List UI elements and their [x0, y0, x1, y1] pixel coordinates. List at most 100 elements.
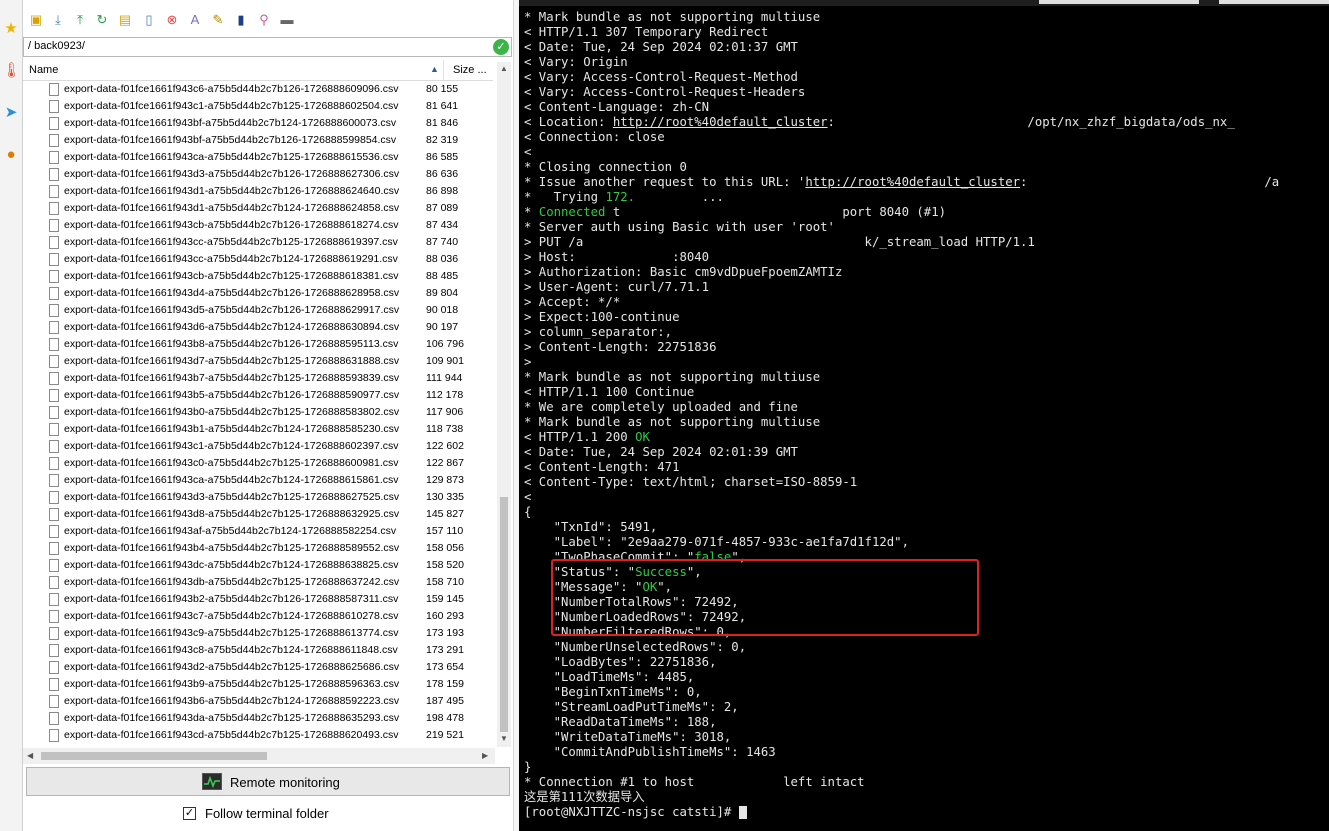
scroll-left-arrow-icon[interactable]: ◀: [27, 751, 33, 760]
terminal-tab[interactable]: [1039, 0, 1199, 4]
rename-icon[interactable]: A: [186, 11, 204, 29]
refresh-icon[interactable]: ↻: [93, 11, 111, 29]
terminal-tab[interactable]: [1219, 0, 1329, 4]
file-row[interactable]: export-data-f01fce1661f943b9-a75b5d44b2c…: [23, 676, 493, 693]
terminal-text: > Content-Length: 22751836: [524, 340, 717, 354]
file-row[interactable]: export-data-f01fce1661f943bf-a75b5d44b2c…: [23, 115, 493, 132]
monitor-chart-icon: [202, 773, 222, 790]
file-row[interactable]: export-data-f01fce1661f943cb-a75b5d44b2c…: [23, 268, 493, 285]
column-header: Name ▲ Size ...: [23, 60, 493, 81]
file-row[interactable]: export-data-f01fce1661f943c9-a75b5d44b2c…: [23, 625, 493, 642]
star-icon[interactable]: ★: [2, 20, 20, 38]
file-row[interactable]: export-data-f01fce1661f943da-a75b5d44b2c…: [23, 710, 493, 727]
download-icon[interactable]: ⤓: [49, 11, 67, 29]
confirm-path-icon[interactable]: ✓: [493, 39, 509, 55]
file-row[interactable]: export-data-f01fce1661f943b5-a75b5d44b2c…: [23, 387, 493, 404]
properties-icon[interactable]: ✎: [209, 11, 227, 29]
file-size: 81 846: [426, 117, 459, 129]
follow-terminal-folder-checkbox[interactable]: ✓: [183, 807, 196, 820]
terminal-line: 这是第111次数据导入: [524, 790, 1329, 805]
file-row[interactable]: export-data-f01fce1661f943d7-a75b5d44b2c…: [23, 353, 493, 370]
file-row[interactable]: export-data-f01fce1661f943ca-a75b5d44b2c…: [23, 472, 493, 489]
thermometer-icon[interactable]: 🌡: [2, 62, 21, 80]
file-name: export-data-f01fce1661f943d2-a75b5d44b2c…: [64, 661, 400, 673]
terminal-text: [root@NXJTTZC-nsjsc catsti]#: [524, 805, 739, 819]
file-row[interactable]: export-data-f01fce1661f943d8-a75b5d44b2c…: [23, 506, 493, 523]
file-row[interactable]: export-data-f01fce1661f943cc-a75b5d44b2c…: [23, 251, 493, 268]
file-row[interactable]: export-data-f01fce1661f943ca-a75b5d44b2c…: [23, 149, 493, 166]
vertical-scroll-thumb[interactable]: [500, 497, 508, 732]
file-row[interactable]: export-data-f01fce1661f943b6-a75b5d44b2c…: [23, 693, 493, 710]
follow-terminal-folder-label[interactable]: Follow terminal folder: [205, 806, 329, 821]
file-icon: [49, 185, 59, 198]
terminal-line: > Content-Length: 22751836: [524, 340, 1329, 355]
vertical-scrollbar[interactable]: ▲ ▼: [497, 62, 511, 747]
file-row[interactable]: export-data-f01fce1661f943c7-a75b5d44b2c…: [23, 608, 493, 625]
file-name: export-data-f01fce1661f943bf-a75b5d44b2c…: [64, 134, 397, 146]
new-file-icon[interactable]: ▯: [140, 11, 158, 29]
file-row[interactable]: export-data-f01fce1661f943c6-a75b5d44b2c…: [23, 81, 493, 98]
file-name: export-data-f01fce1661f943d3-a75b5d44b2c…: [64, 491, 400, 503]
scroll-right-arrow-icon[interactable]: ▶: [482, 751, 488, 760]
terminal-panel[interactable]: * Mark bundle as not supporting multiuse…: [519, 0, 1329, 831]
file-row[interactable]: export-data-f01fce1661f943cb-a75b5d44b2c…: [23, 217, 493, 234]
file-row[interactable]: export-data-f01fce1661f943b7-a75b5d44b2c…: [23, 370, 493, 387]
terminal-text: "TxnId": 5491,: [524, 520, 658, 534]
tools-icon[interactable]: ⚲: [255, 11, 273, 29]
new-folder-icon[interactable]: ▤: [116, 11, 134, 29]
send-icon[interactable]: ➤: [2, 104, 20, 122]
terminal-text: < Content-Type: text/html; charset=ISO-8…: [524, 475, 858, 489]
file-row[interactable]: export-data-f01fce1661f943d1-a75b5d44b2c…: [23, 183, 493, 200]
file-row[interactable]: export-data-f01fce1661f943c1-a75b5d44b2c…: [23, 438, 493, 455]
horizontal-scrollbar[interactable]: ◀ ▶: [23, 748, 495, 764]
file-row[interactable]: export-data-f01fce1661f943bf-a75b5d44b2c…: [23, 132, 493, 149]
delete-icon[interactable]: ⊗: [163, 11, 181, 29]
terminal-line: > PUT /a k/_stream_load HTTP/1.1: [524, 235, 1329, 250]
file-row[interactable]: export-data-f01fce1661f943d1-a75b5d44b2c…: [23, 200, 493, 217]
file-row[interactable]: export-data-f01fce1661f943d3-a75b5d44b2c…: [23, 166, 493, 183]
file-icon: [49, 304, 59, 317]
file-row[interactable]: export-data-f01fce1661f943c0-a75b5d44b2c…: [23, 455, 493, 472]
file-row[interactable]: export-data-f01fce1661f943b8-a75b5d44b2c…: [23, 336, 493, 353]
terminal-text[interactable]: http://root%40default_cluster: [613, 115, 828, 129]
column-divider[interactable]: [443, 60, 444, 80]
file-row[interactable]: export-data-f01fce1661f943d2-a75b5d44b2c…: [23, 659, 493, 676]
file-row[interactable]: export-data-f01fce1661f943af-a75b5d44b2c…: [23, 523, 493, 540]
terminal-icon[interactable]: ▬: [278, 11, 296, 29]
terminal-line: "ReadDataTimeMs": 188,: [524, 715, 1329, 730]
scroll-up-arrow-icon[interactable]: ▲: [500, 64, 508, 73]
globe-icon[interactable]: ●: [2, 146, 20, 164]
file-row[interactable]: export-data-f01fce1661f943cc-a75b5d44b2c…: [23, 234, 493, 251]
file-row[interactable]: export-data-f01fce1661f943db-a75b5d44b2c…: [23, 574, 493, 591]
path-input[interactable]: / back0923/ ✓: [23, 37, 512, 57]
file-row[interactable]: export-data-f01fce1661f943d4-a75b5d44b2c…: [23, 285, 493, 302]
terminal-text: "LoadTimeMs": 4485,: [524, 670, 695, 684]
scroll-down-arrow-icon[interactable]: ▼: [500, 734, 508, 743]
file-row[interactable]: export-data-f01fce1661f943b1-a75b5d44b2c…: [23, 421, 493, 438]
file-icon: [49, 83, 59, 96]
upload-folder-icon[interactable]: ▣: [27, 11, 45, 29]
remote-file-icon[interactable]: ▮: [232, 11, 250, 29]
file-icon: [49, 593, 59, 606]
file-row[interactable]: export-data-f01fce1661f943d6-a75b5d44b2c…: [23, 319, 493, 336]
terminal-text[interactable]: http://root%40default_cluster: [805, 175, 1020, 189]
file-name: export-data-f01fce1661f943b4-a75b5d44b2c…: [64, 542, 400, 554]
horizontal-scroll-thumb[interactable]: [41, 752, 267, 760]
file-row[interactable]: export-data-f01fce1661f943b2-a75b5d44b2c…: [23, 591, 493, 608]
file-row[interactable]: export-data-f01fce1661f943c8-a75b5d44b2c…: [23, 642, 493, 659]
column-size-header[interactable]: Size ...: [453, 64, 487, 76]
file-row[interactable]: export-data-f01fce1661f943d5-a75b5d44b2c…: [23, 302, 493, 319]
file-name: export-data-f01fce1661f943b1-a75b5d44b2c…: [64, 423, 400, 435]
upload-icon[interactable]: ⤒: [71, 11, 89, 29]
file-row[interactable]: export-data-f01fce1661f943d3-a75b5d44b2c…: [23, 489, 493, 506]
terminal-text: * Closing connection 0: [524, 160, 687, 174]
file-row[interactable]: export-data-f01fce1661f943c1-a75b5d44b2c…: [23, 98, 493, 115]
column-name-header[interactable]: Name: [29, 64, 58, 76]
remote-monitoring-button[interactable]: Remote monitoring: [26, 767, 510, 796]
file-name: export-data-f01fce1661f943b5-a75b5d44b2c…: [64, 389, 400, 401]
file-icon: [49, 168, 59, 181]
file-row[interactable]: export-data-f01fce1661f943dc-a75b5d44b2c…: [23, 557, 493, 574]
file-row[interactable]: export-data-f01fce1661f943cd-a75b5d44b2c…: [23, 727, 493, 744]
file-row[interactable]: export-data-f01fce1661f943b4-a75b5d44b2c…: [23, 540, 493, 557]
file-row[interactable]: export-data-f01fce1661f943b0-a75b5d44b2c…: [23, 404, 493, 421]
